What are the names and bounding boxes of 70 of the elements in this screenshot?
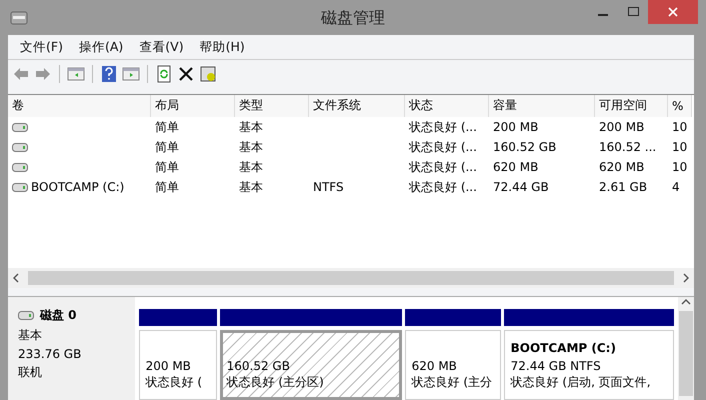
vertical-scrollbar[interactable] (678, 297, 694, 400)
horizontal-scrollbar[interactable] (8, 268, 694, 288)
menu-item[interactable]: 操作(A) (72, 38, 130, 56)
table-cell-text: NTFS (312, 180, 345, 194)
table-cell-text: 基本 (238, 138, 264, 156)
partition-size: 200 MB (146, 359, 192, 372)
table-cell-text: 160.52 GB (492, 140, 558, 154)
partition-block[interactable]: BOOTCAMP (C:) 72.44 GB NTFS 状态良好 (启动, 页面文件, (504, 330, 674, 400)
table-cell-text: 160.52 ... (598, 140, 658, 154)
help-icon[interactable] (100, 65, 118, 83)
column-header[interactable]: 容量 (489, 95, 595, 117)
disk-status: 联机 (18, 364, 43, 381)
table-cell-text: 基本 (238, 118, 264, 136)
pane-icon[interactable] (67, 65, 85, 83)
disk-size: 233.76 GB (18, 347, 82, 361)
app-icon (10, 10, 28, 26)
menu-item[interactable]: 文件(F) (14, 38, 69, 56)
table-cell-text: 200 MB (598, 120, 646, 134)
partition-size: 160.52 GB (226, 359, 291, 372)
table-cell-text: 基本 (238, 178, 264, 196)
menu-item[interactable]: 查看(V) (133, 38, 190, 56)
forward-arrow-icon[interactable] (34, 65, 52, 83)
table-cell-text: 简单 (154, 118, 180, 136)
table-cell-text: 200 MB (492, 120, 540, 134)
table-cell: BOOTCAMP (C:) (31, 180, 124, 194)
partition-size: 72.44 GB NTFS (510, 359, 602, 372)
partition-size: 620 MB (412, 359, 458, 372)
partition-status: 状态良好 (主分 (412, 374, 494, 389)
table-cell-text: 简单 (154, 138, 180, 156)
table-cell-text: 状态良好 (... (408, 138, 478, 156)
close-button[interactable] (648, 0, 698, 24)
column-header[interactable]: 卷 (8, 95, 151, 117)
column-header[interactable]: % (668, 95, 692, 117)
column-header[interactable]: 类型 (235, 95, 309, 117)
column-header[interactable]: 状态 (405, 95, 489, 117)
table-cell-text: 620 MB (492, 160, 540, 174)
partition-block[interactable]: 620 MB 状态良好 (主分 (404, 330, 501, 400)
properties-icon[interactable] (199, 65, 217, 83)
table-cell-text: 10 (671, 120, 688, 134)
minimize-icon (598, 14, 608, 16)
column-header[interactable]: 可用空间 (595, 95, 668, 117)
pane-icon[interactable] (122, 65, 140, 83)
table-cell-text: 基本 (238, 158, 264, 176)
disk-type: 基本 (18, 327, 43, 344)
maximize-icon (628, 7, 638, 17)
table-cell-text: 状态良好 (... (408, 178, 478, 196)
table-cell-text: 72.44 GB (492, 180, 550, 194)
partition-status: 状态良好 (主分区) (226, 374, 325, 389)
close-icon (668, 7, 678, 17)
window-title: 磁盘管理 (320, 8, 386, 29)
table-cell-text: 简单 (154, 158, 180, 176)
refresh-icon[interactable] (155, 65, 173, 83)
partition-status: 状态良好 (启动, 页面文件, (510, 374, 652, 389)
column-header[interactable]: 文件系统 (309, 95, 405, 117)
menu-item[interactable]: 帮助(H) (194, 38, 251, 56)
delete-icon[interactable] (177, 65, 195, 83)
table-cell-text: 620 MB (598, 160, 646, 174)
partition-block[interactable]: 160.52 GB 状态良好 (主分区) (220, 330, 402, 400)
table-cell-text: 2.61 GB (598, 180, 648, 194)
partition-status: 状态良好 ( (146, 374, 204, 389)
table-cell-text: 状态良好 (... (408, 158, 478, 176)
table-cell-text: 10 (671, 160, 688, 174)
disk-name: 磁盘 0 (40, 307, 77, 324)
table-cell-text: 状态良好 (... (408, 118, 478, 136)
partition-block[interactable]: 200 MB 状态良好 ( (138, 330, 217, 400)
table-cell-text: 简单 (154, 178, 180, 196)
column-header[interactable]: 布局 (151, 95, 235, 117)
partition-title: BOOTCAMP (C:) (510, 341, 617, 356)
table-cell-text: 10 (671, 140, 688, 154)
table-cell-text: 4 (671, 180, 681, 194)
